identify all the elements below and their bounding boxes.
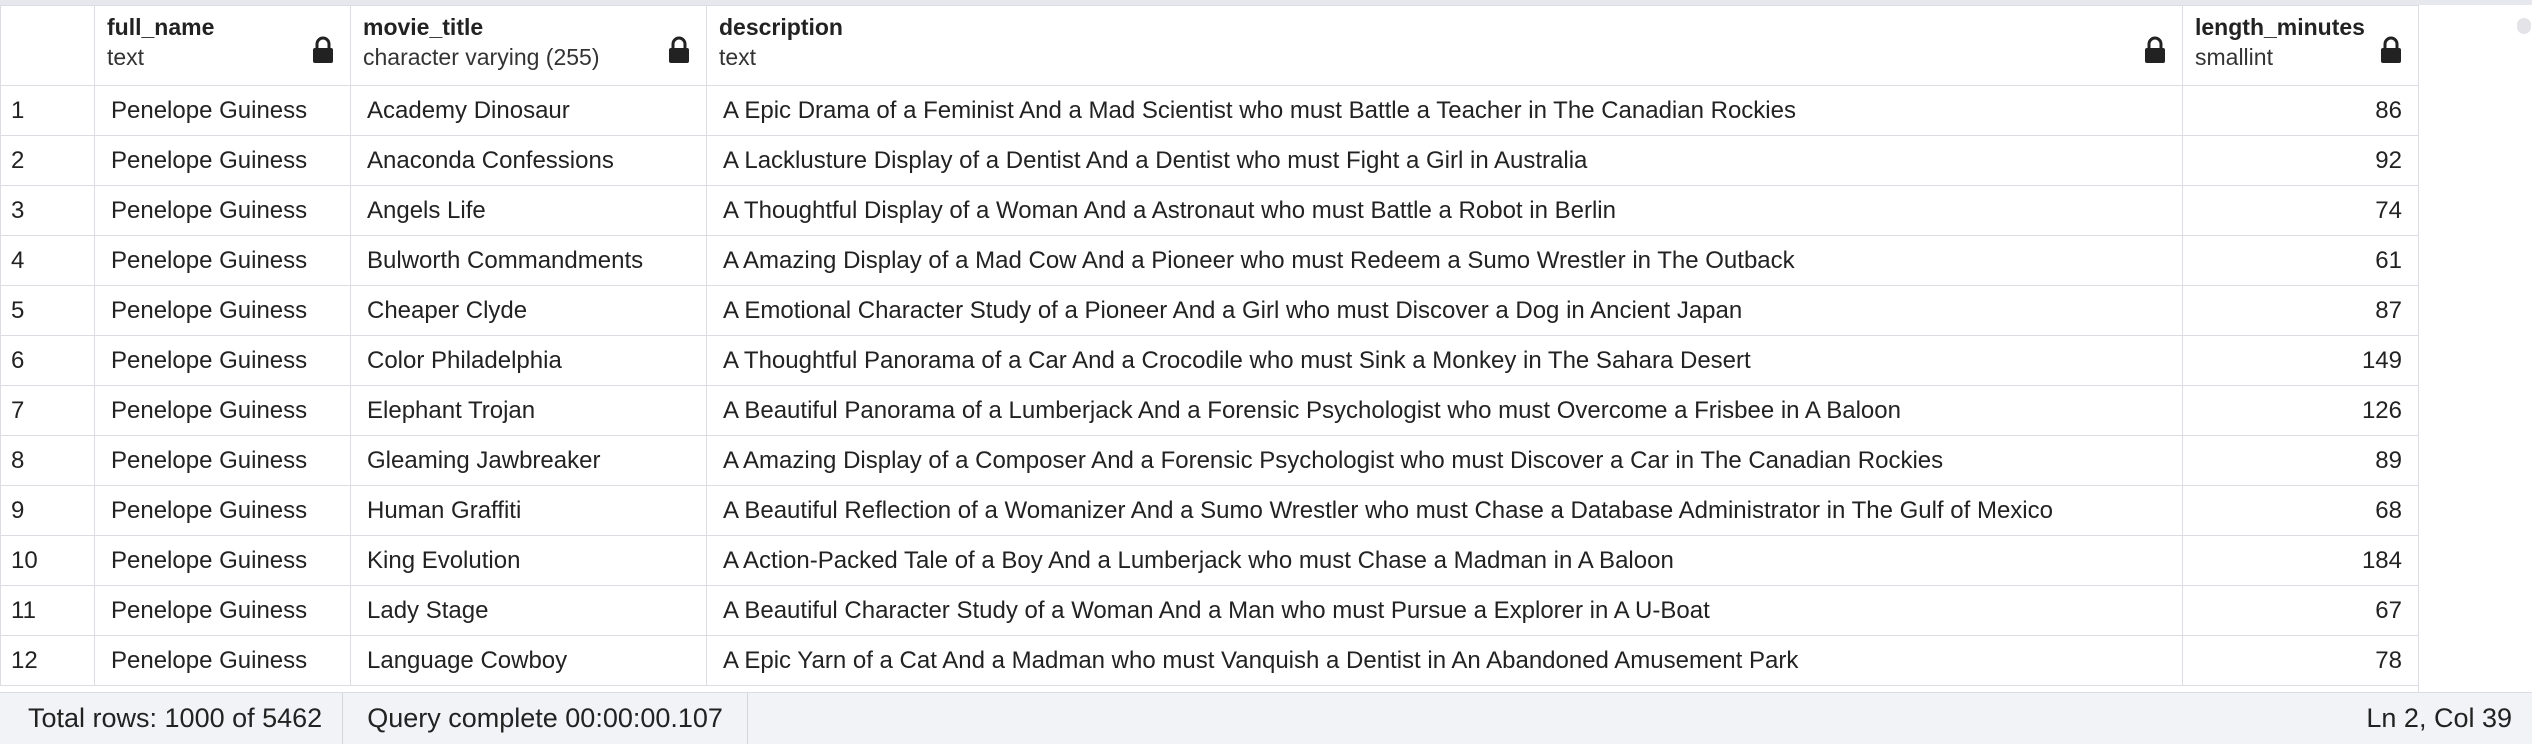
cell-description[interactable]: A Thoughtful Display of a Woman And a As… [706, 185, 2183, 236]
column-header-description[interactable]: description text [706, 5, 2183, 86]
column-name: description [719, 14, 843, 40]
column-type: text [107, 44, 145, 70]
cell-movie-title[interactable]: Lady Stage [350, 585, 707, 636]
row-number-header[interactable] [0, 5, 95, 86]
column-name: full_name [107, 14, 215, 40]
column-type: character varying (255) [363, 44, 600, 70]
cell-full-name[interactable]: Penelope Guiness [94, 635, 351, 686]
cell-description[interactable]: A Amazing Display of a Composer And a Fo… [706, 435, 2183, 486]
cell-full-name[interactable]: Penelope Guiness [94, 185, 351, 236]
row-number[interactable]: 5 [0, 285, 95, 336]
cell-full-name[interactable]: Penelope Guiness [94, 285, 351, 336]
cell-full-name[interactable]: Penelope Guiness [94, 535, 351, 586]
cell-length-minutes[interactable]: 184 [2182, 535, 2419, 586]
row-number[interactable]: 10 [0, 535, 95, 586]
cell-movie-title[interactable]: Academy Dinosaur [350, 85, 707, 136]
cell-description[interactable]: A Emotional Character Study of a Pioneer… [706, 285, 2183, 336]
cell-movie-title[interactable]: Language Cowboy [350, 635, 707, 686]
table-row[interactable]: 12 Penelope Guiness Language Cowboy A Ep… [0, 635, 2419, 686]
cell-movie-title[interactable]: King Evolution [350, 535, 707, 586]
cell-length-minutes[interactable]: 89 [2182, 435, 2419, 486]
cell-movie-title[interactable]: Angels Life [350, 185, 707, 236]
lock-icon [2381, 36, 2401, 63]
table-row[interactable]: 11 Penelope Guiness Lady Stage A Beautif… [0, 585, 2419, 636]
column-header-full-name[interactable]: full_name text [94, 5, 351, 86]
column-header-length-minutes[interactable]: length_minutes smallint [2182, 5, 2419, 86]
row-number[interactable]: 3 [0, 185, 95, 236]
cell-full-name[interactable]: Penelope Guiness [94, 385, 351, 436]
cell-full-name[interactable]: Penelope Guiness [94, 235, 351, 286]
table-row[interactable]: 10 Penelope Guiness King Evolution A Act… [0, 535, 2419, 586]
cell-full-name[interactable]: Penelope Guiness [94, 435, 351, 486]
column-header-movie-title[interactable]: movie_title character varying (255) [350, 5, 707, 86]
cell-length-minutes[interactable]: 78 [2182, 635, 2419, 686]
column-type: smallint [2195, 44, 2273, 70]
cell-full-name[interactable]: Penelope Guiness [94, 135, 351, 186]
table-row[interactable]: 5 Penelope Guiness Cheaper Clyde A Emoti… [0, 285, 2419, 336]
table-row[interactable]: 2 Penelope Guiness Anaconda Confessions … [0, 135, 2419, 186]
cell-movie-title[interactable]: Elephant Trojan [350, 385, 707, 436]
cell-length-minutes[interactable]: 68 [2182, 485, 2419, 536]
cell-length-minutes[interactable]: 92 [2182, 135, 2419, 186]
table-row[interactable]: 3 Penelope Guiness Angels Life A Thought… [0, 185, 2419, 236]
cell-movie-title[interactable]: Color Philadelphia [350, 335, 707, 386]
row-number[interactable]: 11 [0, 585, 95, 636]
header-row: full_name text movie_title character var… [0, 5, 2419, 86]
results-grid: full_name text movie_title character var… [0, 0, 2532, 692]
row-number[interactable]: 12 [0, 635, 95, 686]
cell-length-minutes[interactable]: 67 [2182, 585, 2419, 636]
table-row[interactable]: 4 Penelope Guiness Bulworth Commandments… [0, 235, 2419, 286]
cell-length-minutes[interactable]: 74 [2182, 185, 2419, 236]
table-row[interactable]: 7 Penelope Guiness Elephant Trojan A Bea… [0, 385, 2419, 436]
row-number[interactable]: 9 [0, 485, 95, 536]
cell-full-name[interactable]: Penelope Guiness [94, 485, 351, 536]
cell-length-minutes[interactable]: 126 [2182, 385, 2419, 436]
cell-movie-title[interactable]: Bulworth Commandments [350, 235, 707, 286]
grid-empty-area [2418, 10, 2532, 692]
cell-description[interactable]: A Epic Yarn of a Cat And a Madman who mu… [706, 635, 2183, 686]
cell-movie-title[interactable]: Cheaper Clyde [350, 285, 707, 336]
vertical-scrollbar[interactable] [2517, 18, 2531, 34]
lock-icon [2145, 36, 2165, 63]
column-name: movie_title [363, 14, 484, 40]
cell-full-name[interactable]: Penelope Guiness [94, 85, 351, 136]
cell-length-minutes[interactable]: 86 [2182, 85, 2419, 136]
cell-movie-title[interactable]: Gleaming Jawbreaker [350, 435, 707, 486]
row-number[interactable]: 6 [0, 335, 95, 386]
cell-description[interactable]: A Amazing Display of a Mad Cow And a Pio… [706, 235, 2183, 286]
column-type: text [719, 44, 757, 70]
cell-description[interactable]: A Lacklusture Display of a Dentist And a… [706, 135, 2183, 186]
query-status: Query complete 00:00:00.107 [343, 693, 748, 744]
cursor-position: Ln 2, Col 39 [2366, 703, 2512, 733]
cell-full-name[interactable]: Penelope Guiness [94, 585, 351, 636]
row-number[interactable]: 4 [0, 235, 95, 286]
cell-description[interactable]: A Beautiful Reflection of a Womanizer An… [706, 485, 2183, 536]
row-number[interactable]: 7 [0, 385, 95, 436]
row-number[interactable]: 2 [0, 135, 95, 186]
table-row[interactable]: 9 Penelope Guiness Human Graffiti A Beau… [0, 485, 2419, 536]
row-number[interactable]: 1 [0, 85, 95, 136]
table-row[interactable]: 1 Penelope Guiness Academy Dinosaur A Ep… [0, 85, 2419, 136]
total-rows-status: Total rows: 1000 of 5462 [0, 693, 344, 744]
lock-icon [669, 36, 689, 63]
cell-full-name[interactable]: Penelope Guiness [94, 335, 351, 386]
status-bar: Total rows: 1000 of 5462 Query complete … [0, 692, 2532, 744]
cell-description[interactable]: A Beautiful Panorama of a Lumberjack And… [706, 385, 2183, 436]
table-row[interactable]: 8 Penelope Guiness Gleaming Jawbreaker A… [0, 435, 2419, 486]
row-number[interactable]: 8 [0, 435, 95, 486]
cell-description[interactable]: A Beautiful Character Study of a Woman A… [706, 585, 2183, 636]
table-row[interactable]: 6 Penelope Guiness Color Philadelphia A … [0, 335, 2419, 386]
lock-icon [313, 36, 333, 63]
cell-length-minutes[interactable]: 87 [2182, 285, 2419, 336]
results-table: full_name text movie_title character var… [0, 5, 2419, 686]
column-name: length_minutes [2195, 14, 2365, 40]
cell-description[interactable]: A Epic Drama of a Feminist And a Mad Sci… [706, 85, 2183, 136]
cell-movie-title[interactable]: Human Graffiti [350, 485, 707, 536]
cell-length-minutes[interactable]: 61 [2182, 235, 2419, 286]
cell-movie-title[interactable]: Anaconda Confessions [350, 135, 707, 186]
cell-description[interactable]: A Thoughtful Panorama of a Car And a Cro… [706, 335, 2183, 386]
cell-length-minutes[interactable]: 149 [2182, 335, 2419, 386]
cell-description[interactable]: A Action-Packed Tale of a Boy And a Lumb… [706, 535, 2183, 586]
